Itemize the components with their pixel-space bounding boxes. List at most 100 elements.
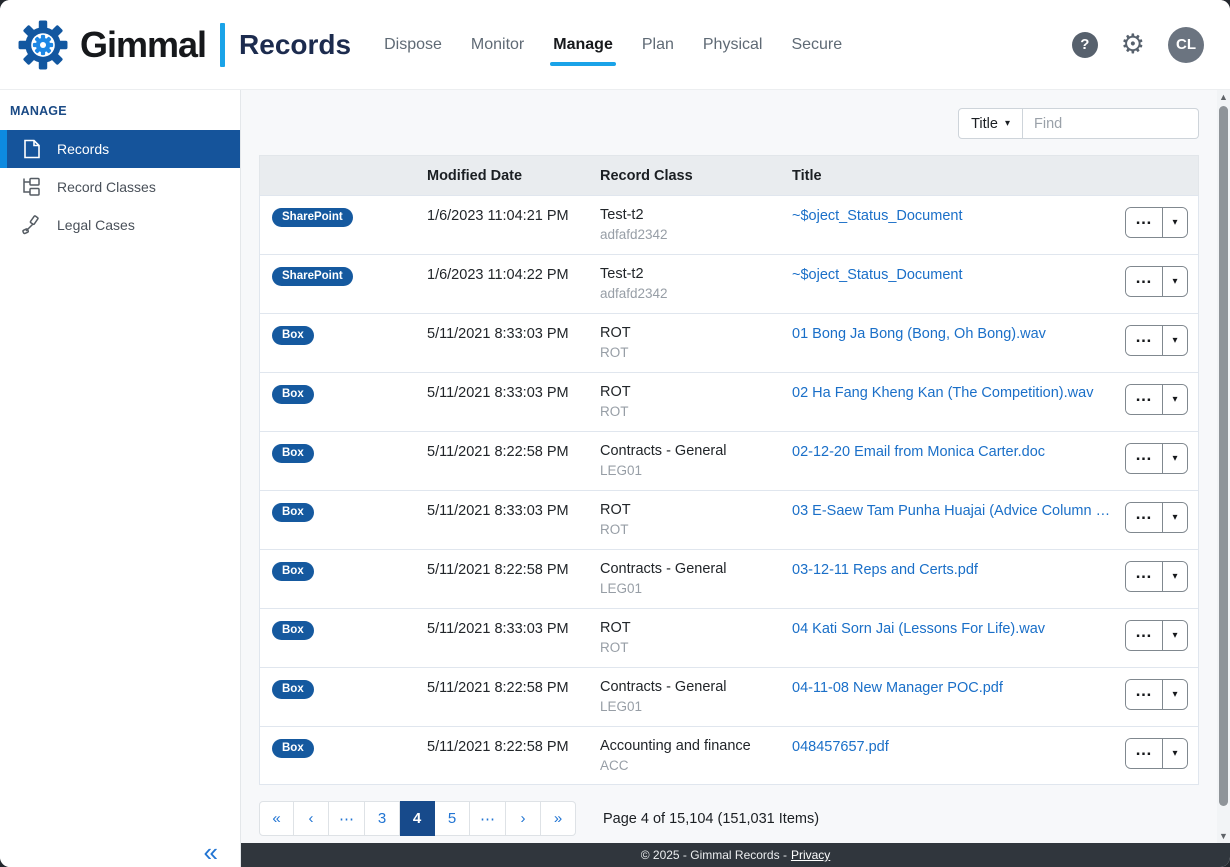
record-title-link[interactable]: ~$oject_Status_Document	[792, 266, 1111, 283]
record-title-link[interactable]: 01 Bong Ja Bong (Bong, Oh Bong).wav	[792, 325, 1111, 342]
sidebar-item-legal-cases[interactable]: Legal Cases	[0, 206, 240, 244]
record-class-code: LEG01	[600, 463, 792, 478]
expand-actions-button[interactable]: ▾	[1163, 385, 1187, 414]
nav-item-dispose[interactable]: Dispose	[383, 26, 443, 64]
source-badge: Box	[272, 503, 314, 522]
sidebar-collapse-icon[interactable]: «	[204, 839, 218, 865]
record-class-cell: Accounting and finance ACC	[600, 738, 792, 773]
record-title-link[interactable]: 03-12-11 Reps and Certs.pdf	[792, 561, 1111, 578]
scroll-down-arrow-icon[interactable]: ▼	[1217, 829, 1230, 843]
record-title-link[interactable]: 04 Kati Sorn Jai (Lessons For Life).wav	[792, 620, 1111, 637]
record-class-cell: Contracts - General LEG01	[600, 679, 792, 714]
expand-actions-button[interactable]: ▾	[1163, 267, 1187, 296]
previous-page-button[interactable]: ‹	[294, 801, 329, 836]
find-input[interactable]	[1023, 108, 1199, 139]
first-page-button[interactable]: «	[259, 801, 294, 836]
scrollbar-thumb[interactable]	[1219, 106, 1228, 806]
caret-down-icon: ▾	[1172, 335, 1177, 346]
app-footer: © 2025 - Gimmal Records - Privacy	[241, 843, 1230, 867]
more-actions-button[interactable]: …	[1126, 503, 1163, 532]
more-actions-button[interactable]: …	[1126, 621, 1163, 650]
record-class-name: Test-t2	[600, 207, 792, 223]
record-title-link[interactable]: 02 Ha Fang Kheng Kan (The Competition).w…	[792, 384, 1111, 401]
expand-actions-button[interactable]: ▾	[1163, 562, 1187, 591]
more-actions-button[interactable]: …	[1126, 208, 1163, 237]
nav-item-manage[interactable]: Manage	[552, 26, 614, 64]
record-class-name: ROT	[600, 384, 792, 400]
table-row: Box 5/11/2021 8:33:03 PM ROT ROT 04 Kati…	[259, 608, 1199, 667]
toolbar: Title ▾	[259, 108, 1199, 139]
expand-actions-button[interactable]: ▾	[1163, 621, 1187, 650]
record-class-cell: ROT ROT	[600, 502, 792, 537]
sidebar-item-record-classes[interactable]: Record Classes	[0, 168, 240, 206]
nav-item-secure[interactable]: Secure	[790, 26, 843, 64]
expand-actions-button[interactable]: ▾	[1163, 208, 1187, 237]
row-actions: … ▾	[1125, 325, 1188, 356]
record-class-cell: Test-t2 adfafd2342	[600, 266, 792, 301]
page-3-button[interactable]: 3	[365, 801, 400, 836]
table-row: Box 5/11/2021 8:33:03 PM ROT ROT 03 E-Sa…	[259, 490, 1199, 549]
settings-gear-icon[interactable]: ⚙	[1121, 31, 1145, 58]
source-badge: Box	[272, 739, 314, 758]
caret-down-icon: ▾	[1172, 571, 1177, 582]
nav-item-monitor[interactable]: Monitor	[470, 26, 525, 64]
search-group: Title ▾	[958, 108, 1199, 139]
row-actions: … ▾	[1125, 207, 1188, 238]
modified-date-cell: 1/6/2023 11:04:21 PM	[427, 207, 600, 224]
user-avatar[interactable]: CL	[1168, 27, 1204, 63]
help-icon[interactable]: ?	[1072, 32, 1098, 58]
pagination: « ‹ ⋯ 3 4 5 ⋯ › »	[259, 801, 576, 836]
table-row: Box 5/11/2021 8:22:58 PM Accounting and …	[259, 726, 1199, 785]
expand-actions-button[interactable]: ▾	[1163, 739, 1187, 768]
modified-date-cell: 5/11/2021 8:33:03 PM	[427, 384, 600, 401]
modified-date-cell: 5/11/2021 8:22:58 PM	[427, 443, 600, 460]
record-class-name: ROT	[600, 502, 792, 518]
pages-before-ellipsis-button[interactable]: ⋯	[329, 801, 365, 836]
sidebar-item-label: Records	[57, 141, 109, 157]
more-actions-button[interactable]: …	[1126, 680, 1163, 709]
privacy-link[interactable]: Privacy	[791, 848, 830, 862]
record-title-link[interactable]: 048457657.pdf	[792, 738, 1111, 755]
expand-actions-button[interactable]: ▾	[1163, 503, 1187, 532]
nav-item-plan[interactable]: Plan	[641, 26, 675, 64]
page-5-button[interactable]: 5	[435, 801, 470, 836]
record-title-link[interactable]: 04-11-08 New Manager POC.pdf	[792, 679, 1111, 696]
expand-actions-button[interactable]: ▾	[1163, 444, 1187, 473]
last-page-button[interactable]: »	[541, 801, 576, 836]
more-actions-button[interactable]: …	[1126, 444, 1163, 473]
sidebar-item-records[interactable]: Records	[0, 130, 240, 168]
caret-down-icon: ▾	[1172, 689, 1177, 700]
record-title-link[interactable]: 02-12-20 Email from Monica Carter.doc	[792, 443, 1111, 460]
record-class-code: ROT	[600, 640, 792, 655]
pages-after-ellipsis-button[interactable]: ⋯	[470, 801, 506, 836]
main-content: Title ▾ Modified Date Record Class Title	[241, 90, 1230, 843]
vertical-scrollbar[interactable]: ▲ ▼	[1217, 90, 1230, 843]
brand-logo: Gimmal Records	[16, 18, 351, 72]
record-title-link[interactable]: 03 E-Saew Tam Punha Huajai (Advice Colum…	[792, 502, 1111, 519]
nav-item-physical[interactable]: Physical	[702, 26, 764, 64]
more-actions-button[interactable]: …	[1126, 267, 1163, 296]
caret-down-icon: ▾	[1172, 512, 1177, 523]
row-actions: … ▾	[1125, 443, 1188, 474]
more-actions-button[interactable]: …	[1126, 385, 1163, 414]
main-nav: Dispose Monitor Manage Plan Physical Sec…	[383, 0, 843, 89]
more-actions-button[interactable]: …	[1126, 326, 1163, 355]
scroll-up-arrow-icon[interactable]: ▲	[1217, 90, 1230, 104]
next-page-button[interactable]: ›	[506, 801, 541, 836]
more-actions-button[interactable]: …	[1126, 562, 1163, 591]
modified-date-cell: 5/11/2021 8:33:03 PM	[427, 502, 600, 519]
page-4-button-current[interactable]: 4	[400, 801, 435, 836]
main-pane: Title ▾ Modified Date Record Class Title	[241, 90, 1230, 867]
sidebar: MANAGE Records R	[0, 90, 241, 867]
more-actions-button[interactable]: …	[1126, 739, 1163, 768]
record-class-name: ROT	[600, 620, 792, 636]
filter-field-dropdown[interactable]: Title ▾	[958, 108, 1023, 139]
record-class-code: adfafd2342	[600, 227, 792, 242]
record-class-name: Contracts - General	[600, 561, 792, 577]
record-title-link[interactable]: ~$oject_Status_Document	[792, 207, 1111, 224]
expand-actions-button[interactable]: ▾	[1163, 680, 1187, 709]
expand-actions-button[interactable]: ▾	[1163, 326, 1187, 355]
row-actions: … ▾	[1125, 679, 1188, 710]
gavel-icon	[21, 214, 43, 236]
record-class-code: ACC	[600, 758, 792, 773]
